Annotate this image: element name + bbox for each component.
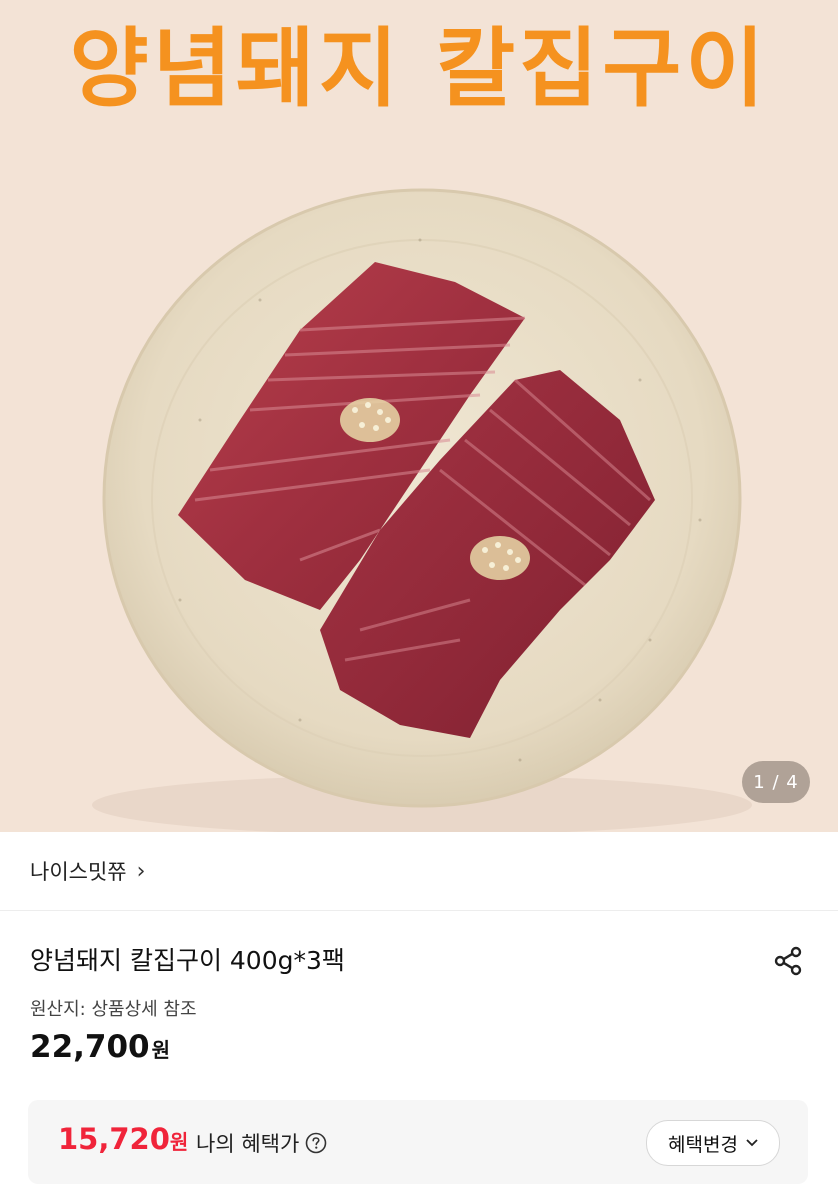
product-title: 양념돼지 칼집구이 400g*3팩 xyxy=(30,946,345,975)
benefit-change-label: 혜택변경 xyxy=(668,1133,738,1156)
benefit-price-value: 15,720 xyxy=(58,1122,170,1156)
product-image-carousel[interactable]: 양념돼지 칼집구이 1 / 4 xyxy=(0,0,838,832)
question-circle-icon[interactable] xyxy=(305,1132,327,1154)
seller-name: 나이스밋쮸 xyxy=(30,860,127,884)
price-unit: 원 xyxy=(151,1038,171,1062)
price: 22,700 원 xyxy=(0,1029,838,1089)
page-indicator: 1 / 4 xyxy=(742,761,810,803)
share-icon[interactable] xyxy=(772,945,804,977)
benefit-price: 15,720원 xyxy=(58,1122,188,1156)
product-photo xyxy=(92,188,752,832)
benefit-label-text: 나의 혜택가 xyxy=(196,1132,300,1156)
hero-title: 양념돼지 칼집구이 xyxy=(69,19,769,119)
product-header: 양념돼지 칼집구이 400g*3팩 xyxy=(0,911,838,995)
benefit-price-unit: 원 xyxy=(169,1130,189,1154)
benefit-price-box: 15,720원 나의 혜택가 혜택변경 xyxy=(28,1100,808,1184)
benefit-change-button[interactable]: 혜택변경 xyxy=(646,1120,780,1166)
price-value: 22,700 xyxy=(30,1029,150,1065)
benefit-label: 나의 혜택가 xyxy=(196,1128,327,1158)
seller-link[interactable]: 나이스밋쮸 › xyxy=(0,832,838,911)
chevron-down-icon xyxy=(746,1135,758,1151)
origin-info: 원산지: 상품상세 참조 xyxy=(30,999,197,1020)
chevron-right-icon: › xyxy=(136,858,146,884)
